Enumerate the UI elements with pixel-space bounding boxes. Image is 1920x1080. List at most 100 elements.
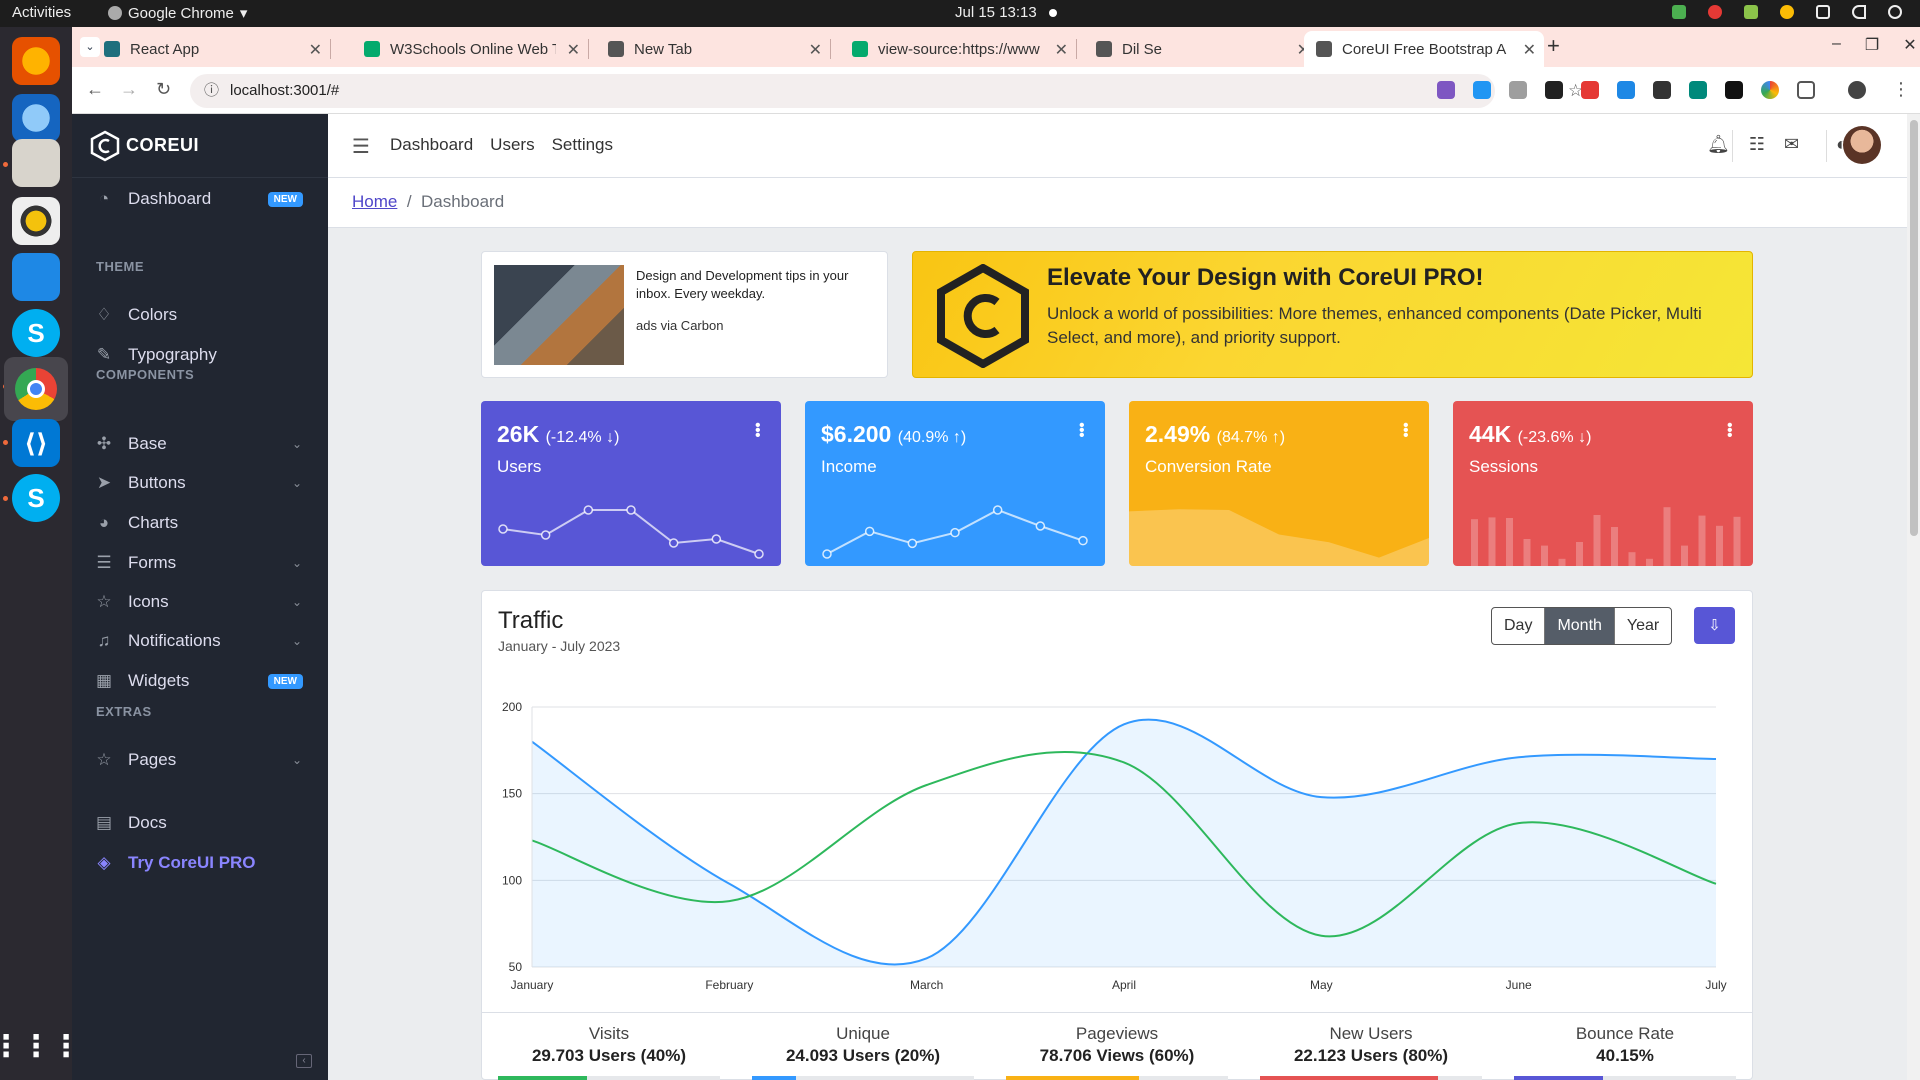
sidebar-item-charts[interactable]: ◕ Charts	[72, 502, 328, 544]
tab-close-icon[interactable]: ✕	[309, 40, 322, 60]
breadcrumb-home-link[interactable]: Home	[352, 192, 397, 211]
scrollbar-thumb[interactable]	[1910, 120, 1918, 536]
tab-close-icon[interactable]: ✕	[1523, 40, 1536, 60]
tab-6[interactable]: CoreUI Free Bootstrap A ✕	[1304, 31, 1544, 67]
page-scrollbar[interactable]	[1907, 114, 1920, 1080]
address-bar[interactable]: ⓘ localhost:3001/# ☆	[190, 74, 1583, 108]
tab-5[interactable]: Dil Se✕	[1084, 31, 1318, 67]
sidebar-item-forms[interactable]: ☰ Forms ⌄	[72, 542, 328, 584]
extension-doc-icon[interactable]	[1473, 81, 1491, 99]
header-nav-users[interactable]: Users	[490, 135, 534, 155]
tab-2[interactable]: W3Schools Online Web T ✕	[352, 31, 589, 67]
more-options-icon[interactable]: • • •	[1403, 418, 1409, 444]
sidebar-item-docs[interactable]: ▤ Docs	[72, 802, 328, 844]
list-icon[interactable]: ☷	[1749, 134, 1765, 155]
thunderbird-icon[interactable]	[12, 94, 60, 142]
more-options-icon[interactable]: • • •	[755, 418, 761, 444]
sidebar-toggler-icon[interactable]: ‹	[296, 1054, 312, 1068]
ad-via-link[interactable]: ads via Carbon	[636, 318, 723, 333]
writer-icon[interactable]	[12, 253, 60, 301]
ad-image[interactable]	[494, 265, 624, 365]
user-avatar[interactable]	[1843, 126, 1881, 164]
carbon-ad[interactable]: Design and Development tips in your inbo…	[481, 251, 888, 378]
more-options-icon[interactable]: • • •	[1079, 418, 1085, 444]
header-nav-dashboard[interactable]: Dashboard	[390, 135, 473, 155]
extension-grid-icon[interactable]	[1653, 81, 1671, 99]
sidebar-item-widgets[interactable]: ▦ Widgets NEW	[72, 660, 328, 702]
tab-1[interactable]: React App ✕	[92, 31, 331, 67]
sidebar-item-icons[interactable]: ☆ Icons ⌄	[72, 581, 328, 623]
sidebar-item-notifications[interactable]: ♫ Notifications ⌄	[72, 620, 328, 662]
skype-2-icon[interactable]: S	[12, 474, 60, 522]
extension-color-icon[interactable]	[1761, 81, 1779, 99]
forward-icon[interactable]: →	[120, 79, 138, 100]
sidebar-item-dashboard[interactable]: ◔ Dashboard NEW	[72, 178, 328, 220]
tray-trello-icon[interactable]	[1744, 5, 1758, 19]
chrome-dock-icon[interactable]	[4, 357, 68, 421]
sparkline-bar	[1506, 518, 1513, 566]
rhythmbox-icon[interactable]	[12, 197, 60, 245]
extension-screenshot-icon[interactable]	[1509, 81, 1527, 99]
sidebar-item-try-coreui-pro[interactable]: ◈ Try CoreUI PRO	[72, 842, 328, 884]
bell-icon[interactable]: 🔔︎	[1707, 134, 1730, 155]
tab-4[interactable]: view-source:https://www ✕	[840, 31, 1077, 67]
reload-icon[interactable]: ↻	[156, 79, 171, 100]
new-tab-button[interactable]: +	[1547, 33, 1560, 59]
new-badge: NEW	[267, 673, 303, 689]
tab-close-icon[interactable]: ✕	[809, 40, 822, 60]
app-grid-icon[interactable]: ⋮⋮⋮	[0, 1022, 81, 1070]
sidebar-item-colors[interactable]: ♢ Colors	[72, 294, 328, 336]
chrome-menu-icon[interactable]: ⋮	[1892, 79, 1910, 100]
stat-title: Unique	[836, 1024, 890, 1043]
ad-text[interactable]: Design and Development tips in your inbo…	[636, 267, 876, 303]
x-tick-label: January	[511, 978, 554, 992]
maximize-icon[interactable]: ❐	[1865, 35, 1879, 55]
extension-font-icon[interactable]	[1545, 81, 1563, 99]
envelope-icon[interactable]: ✉	[1784, 134, 1799, 155]
tab-3[interactable]: New Tab ✕	[596, 31, 831, 67]
more-options-icon[interactable]: • • •	[1727, 418, 1733, 444]
skype-icon[interactable]: S	[12, 309, 60, 357]
sidebar-item-base[interactable]: ✣ Base ⌄	[72, 423, 328, 465]
widget-income[interactable]: $6.200 (40.9% ↑) Income • • •	[805, 401, 1105, 566]
tray-chrome-icon[interactable]	[1780, 5, 1794, 19]
site-info-icon[interactable]: ⓘ	[204, 74, 219, 108]
vscode-icon[interactable]: ⟨⟩	[12, 419, 60, 467]
firefox-icon[interactable]	[12, 37, 60, 85]
extension-teal-icon[interactable]	[1689, 81, 1707, 99]
pro-banner[interactable]: Elevate Your Design with CoreUI PRO! Unl…	[912, 251, 1753, 378]
close-window-icon[interactable]: ✕	[1903, 35, 1916, 55]
header-nav-settings[interactable]: Settings	[552, 135, 613, 155]
profile-avatar-icon[interactable]	[1848, 81, 1866, 99]
network-icon[interactable]	[1816, 5, 1830, 19]
extension-blue-icon[interactable]	[1617, 81, 1635, 99]
power-icon[interactable]	[1888, 5, 1902, 19]
period-day-button[interactable]: Day	[1492, 608, 1546, 644]
sidebar-item-pages[interactable]: ☆ Pages ⌄	[72, 739, 328, 781]
tray-app-icon[interactable]	[1672, 5, 1686, 19]
tray-stop-icon[interactable]	[1708, 5, 1722, 19]
clock[interactable]: Jul 15 13:13	[955, 4, 1057, 21]
minimize-icon[interactable]: –	[1832, 35, 1841, 55]
sidebar-item-buttons[interactable]: ➤ Buttons ⌄	[72, 462, 328, 504]
period-month-button[interactable]: Month	[1545, 608, 1615, 644]
period-year-button[interactable]: Year	[1615, 608, 1671, 644]
brand-logo[interactable]: COREUI	[72, 114, 328, 178]
app-menu[interactable]: Google Chrome ▾	[108, 4, 247, 22]
volume-icon[interactable]	[1852, 5, 1866, 19]
hamburger-menu-icon[interactable]: ☰	[352, 134, 370, 159]
widget-sessions[interactable]: 44K (-23.6% ↓) Sessions • • •	[1453, 401, 1753, 566]
tab-close-icon[interactable]: ✕	[1055, 40, 1068, 60]
files-icon[interactable]	[12, 139, 60, 187]
extension-red-icon[interactable]	[1581, 81, 1599, 99]
system-tray[interactable]	[1672, 5, 1902, 19]
back-icon[interactable]: ←	[86, 79, 104, 100]
tab-close-icon[interactable]: ✕	[567, 40, 580, 60]
activities-button[interactable]: Activities	[12, 4, 71, 21]
extension-dark-icon[interactable]	[1725, 81, 1743, 99]
extension-pen-icon[interactable]	[1437, 81, 1455, 99]
widget-conversion-rate[interactable]: 2.49% (84.7% ↑) Conversion Rate • • •	[1129, 401, 1429, 566]
widget-users[interactable]: 26K (-12.4% ↓) Users • • •	[481, 401, 781, 566]
extensions-puzzle-icon[interactable]	[1797, 81, 1815, 99]
download-button[interactable]: ⇩	[1694, 607, 1735, 644]
